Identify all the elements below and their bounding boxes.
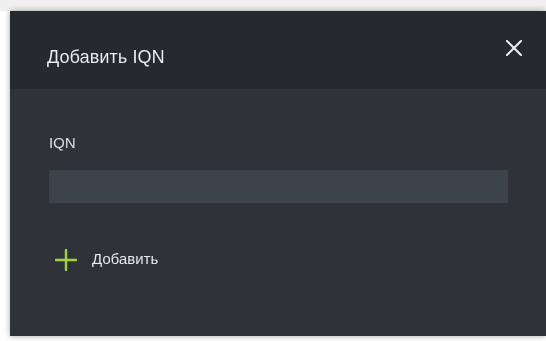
plus-icon	[55, 249, 77, 271]
add-button[interactable]: Добавить	[55, 247, 158, 273]
add-iqn-dialog: Добавить IQN IQN Добавить	[10, 11, 546, 336]
iqn-input[interactable]	[49, 170, 508, 203]
dialog-header: Добавить IQN	[10, 11, 546, 89]
iqn-label: IQN	[49, 135, 76, 152]
close-button[interactable]	[499, 33, 529, 63]
close-icon	[506, 40, 522, 56]
dialog-title: Добавить IQN	[47, 47, 165, 67]
add-button-label: Добавить	[92, 251, 159, 268]
background-content-strip	[0, 0, 546, 11]
